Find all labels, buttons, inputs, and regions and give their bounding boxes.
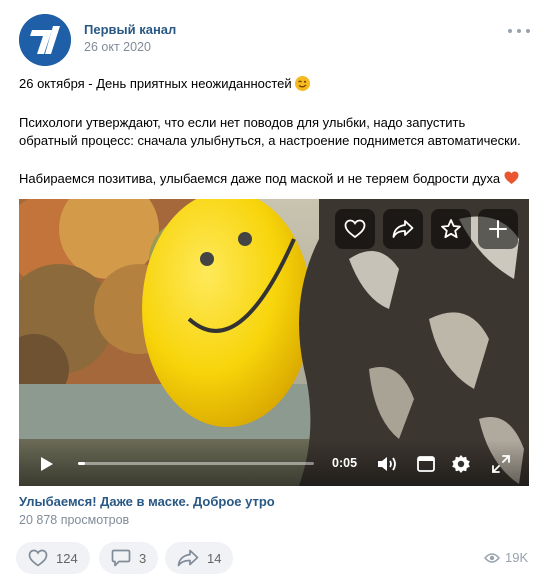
star-icon [441,219,461,239]
progress-bar[interactable] [78,462,314,465]
play-icon[interactable] [37,454,57,474]
author-name[interactable]: Первый канал [84,22,176,37]
like-count: 124 [56,550,78,566]
eye-icon [484,552,500,563]
volume-icon[interactable] [375,453,399,475]
plus-icon [489,220,507,238]
like-video-button[interactable] [335,209,375,249]
heart-icon [344,219,366,239]
share-icon [392,220,414,238]
video-controls: 0:05 [19,440,529,486]
like-icon [28,549,48,567]
video-time: 0:05 [332,456,358,470]
post-text-line-1: 26 октября - День приятных неожиданносте… [19,75,310,93]
more-icon[interactable] [508,22,530,40]
post-views: 19K [484,550,528,565]
fullscreen-icon[interactable] [490,453,512,475]
post-text-line-2: Психологи утверждают, что если нет повод… [19,115,466,130]
progress-fill [78,462,86,465]
post-text-line-3: обратный процесс: сначала улыбнуться, а … [19,133,521,148]
views-count: 19K [505,550,529,565]
comment-button[interactable]: 3 [99,542,159,574]
miniplayer-icon[interactable] [415,453,437,475]
share-icon [177,549,199,567]
share-video-button[interactable] [383,209,423,249]
video-views-count: 20 878 просмотров [19,513,130,527]
comment-count: 3 [139,550,147,566]
share-button[interactable]: 14 [165,542,234,574]
post-text-line-4: Набираемся позитива, улыбаемся даже под … [19,170,519,190]
comment-icon [111,549,131,567]
add-video-button[interactable] [478,209,518,249]
like-button[interactable]: 124 [16,542,90,574]
settings-icon[interactable] [449,452,473,476]
share-count: 14 [207,550,222,566]
channel-avatar[interactable] [19,14,71,66]
heart-emoji [504,171,519,190]
video-title-link[interactable]: Улыбаемся! Даже в маске. Доброе утро [19,494,275,509]
wink-emoji [294,76,310,91]
post-card: Первый канал 26 окт 2020 26 октября - Де… [0,0,548,587]
channel-one-logo [19,14,71,66]
post-date[interactable]: 26 окт 2020 [84,40,151,54]
favorite-video-button[interactable] [431,209,471,249]
